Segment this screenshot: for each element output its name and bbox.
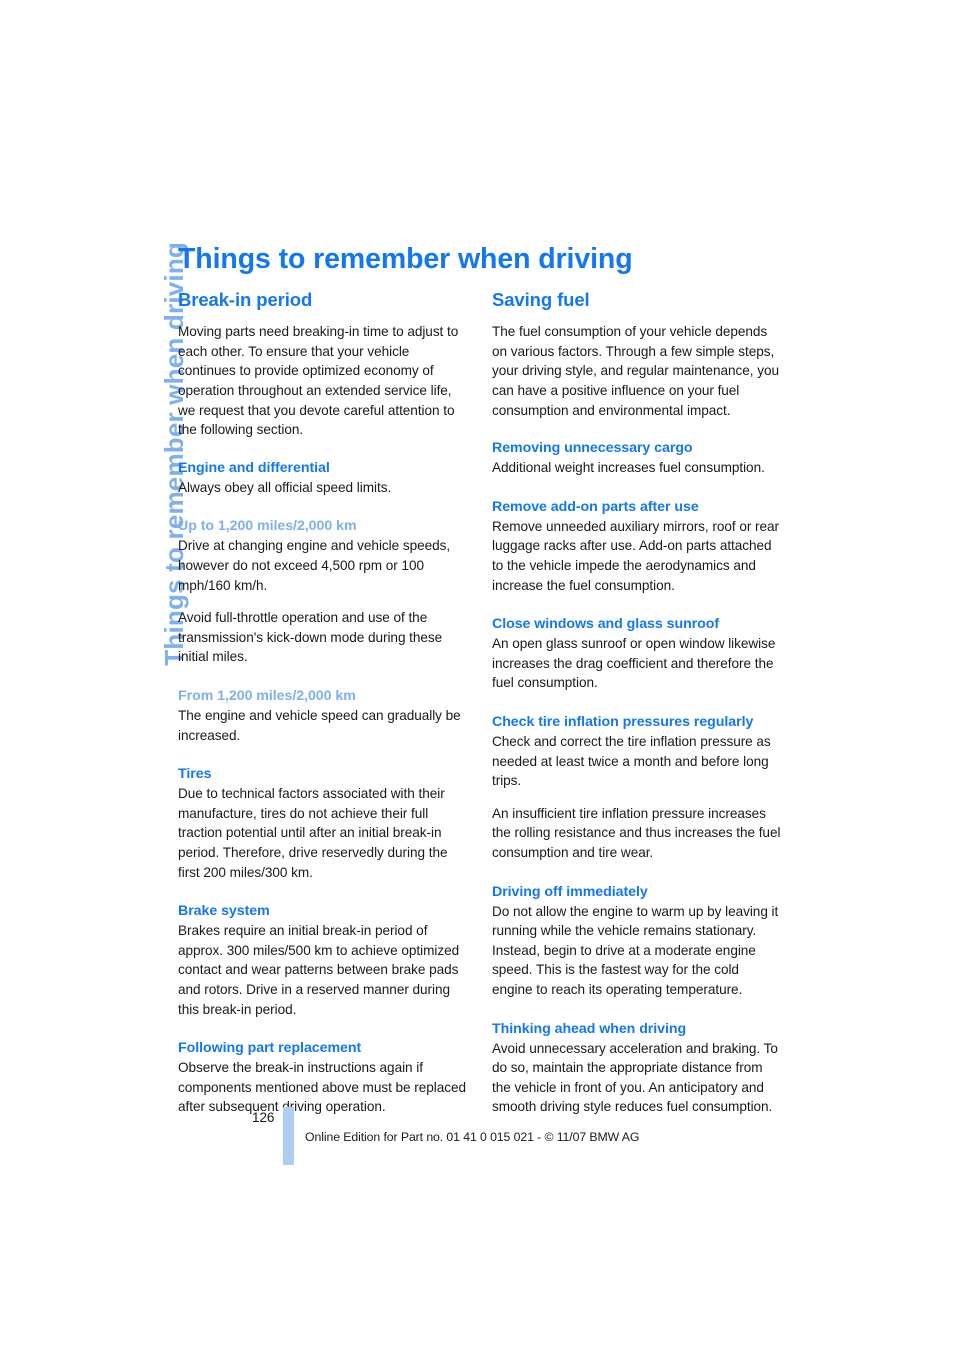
paragraph-from-1200-miles: The engine and vehicle speed can gradual… <box>178 708 461 743</box>
subheading-thinking-ahead-when-driving: Thinking ahead when driving <box>492 1020 687 1037</box>
manual-page: Things to remember when driving Things t… <box>0 0 954 1350</box>
paragraph-tires: Due to technical factors associated with… <box>178 786 448 880</box>
paragraph-check-tire-inflation-2: An insufficient tire inflation pressure … <box>492 805 781 861</box>
subheading-close-windows-and-glass-sunroof: Close windows and glass sunroof <box>492 616 720 633</box>
paragraph-break-in-intro: Moving parts need breaking-in time to ad… <box>178 324 459 438</box>
subheading-from-1200-miles: From 1,200 miles/2,000 km <box>178 688 356 705</box>
left-column: Break-in period Moving parts need breaki… <box>178 289 469 1117</box>
two-column-body: Break-in period Moving parts need breaki… <box>178 289 783 1117</box>
paragraph-driving-off-immediately: Do not allow the engine to warm up by le… <box>492 903 779 998</box>
paragraph-up-to-1200-miles-2: Avoid full-throttle operation and use of… <box>178 610 443 665</box>
paragraph-engine-and-differential: Always obey all official speed limits. <box>178 479 392 495</box>
section-heading-saving-fuel: Saving fuel <box>492 289 590 310</box>
paragraph-removing-unnecessary-cargo: Additional weight increases fuel consump… <box>492 460 765 476</box>
subheading-remove-add-on-parts: Remove add-on parts after use <box>492 498 699 515</box>
paragraph-up-to-1200-miles-1: Drive at changing engine and vehicle spe… <box>178 538 451 593</box>
paragraph-check-tire-inflation-1: Check and correct the tire inflation pre… <box>492 734 771 789</box>
subheading-engine-and-differential: Engine and differential <box>178 459 330 476</box>
right-column: Saving fuel The fuel consumption of your… <box>492 289 783 1117</box>
subheading-following-part-replacement: Following part replacement <box>178 1040 362 1057</box>
section-heading-break-in-period: Break-in period <box>178 289 313 310</box>
subheading-check-tire-inflation-pressures: Check tire inflation pressures regularly <box>492 714 754 731</box>
paragraph-close-windows-and-glass-sunroof: An open glass sunroof or open window lik… <box>492 636 776 691</box>
subheading-removing-unnecessary-cargo: Removing unnecessary cargo <box>492 440 693 457</box>
subheading-up-to-1200-miles: Up to 1,200 miles/2,000 km <box>178 518 357 535</box>
paragraph-saving-fuel-intro: The fuel consumption of your vehicle dep… <box>492 324 780 418</box>
paragraph-remove-add-on-parts: Remove unneeded auxiliary mirrors, roof … <box>492 518 780 593</box>
subheading-tires: Tires <box>178 766 212 783</box>
footer-accent-bar <box>283 1107 294 1165</box>
footer-edition-note: Online Edition for Part no. 01 41 0 015 … <box>305 1130 640 1144</box>
subheading-driving-off-immediately: Driving off immediately <box>492 883 648 900</box>
subheading-brake-system: Brake system <box>178 903 270 920</box>
page-title: Things to remember when driving <box>178 243 633 276</box>
page-footer: 126 Online Edition for Part no. 01 41 0 … <box>178 1103 798 1173</box>
page-number: 126 <box>252 1110 275 1125</box>
paragraph-brake-system: Brakes require an initial break-in perio… <box>178 923 460 1017</box>
